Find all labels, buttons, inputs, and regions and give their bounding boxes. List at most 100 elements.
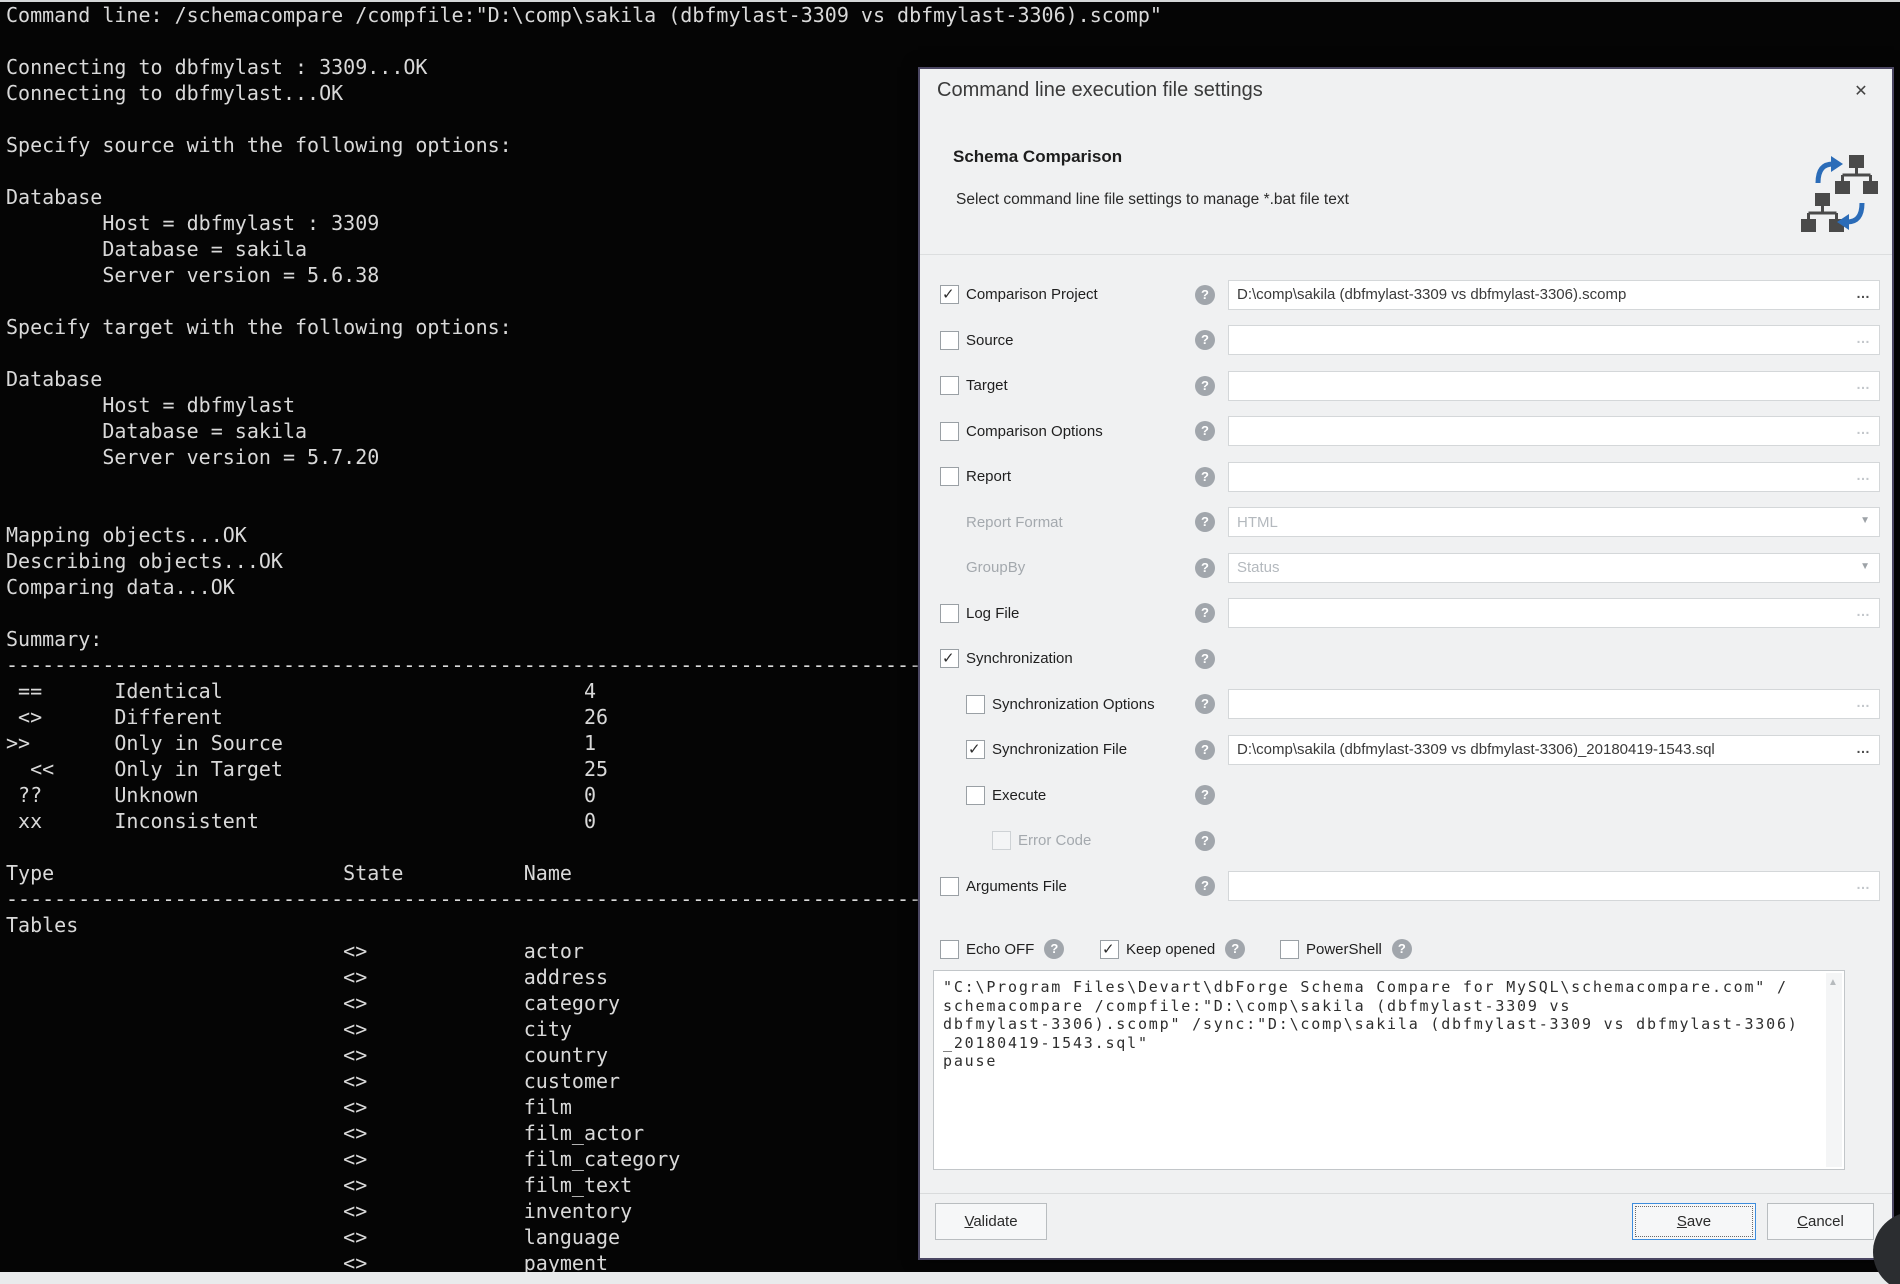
field-synchronization-options[interactable]: … [1228, 689, 1880, 719]
field-source[interactable]: … [1228, 325, 1880, 355]
close-icon[interactable]: ✕ [1848, 79, 1874, 105]
checkbox-synchronization-file[interactable] [966, 740, 985, 759]
field-comparison-options[interactable]: … [1228, 416, 1880, 446]
save-button[interactable]: Save [1632, 1203, 1756, 1240]
checkbox-synchronization-options[interactable] [966, 695, 985, 714]
label-error-code: Error Code [1018, 832, 1091, 849]
field-comparison-project[interactable]: D:\comp\sakila (dbfmylast-3309 vs dbfmyl… [1228, 280, 1880, 310]
help-icon[interactable]: ? [1195, 876, 1215, 896]
help-icon[interactable]: ? [1195, 649, 1215, 669]
field-target[interactable]: … [1228, 371, 1880, 401]
keep-opened-option: Keep opened ? [1100, 933, 1245, 965]
row-target: Target? … [920, 363, 1892, 409]
footer-separator [920, 1193, 1892, 1194]
field-value: D:\comp\sakila (dbfmylast-3309 vs dbfmyl… [1237, 286, 1626, 303]
bat-file-text: "C:\Program Files\Devart\dbForge Schema … [943, 978, 1799, 1071]
help-icon[interactable]: ? [1044, 939, 1064, 959]
checkbox-report[interactable] [940, 467, 959, 486]
help-icon[interactable]: ? [1195, 694, 1215, 714]
header-separator [920, 254, 1892, 255]
browse-button[interactable]: … [1856, 330, 1871, 346]
help-icon[interactable]: ? [1195, 376, 1215, 396]
help-icon[interactable]: ? [1392, 939, 1412, 959]
checkbox-source[interactable] [940, 331, 959, 350]
validate-button[interactable]: Validate [935, 1203, 1047, 1240]
row-synchronization: Synchronization? [920, 636, 1892, 682]
browse-button[interactable]: … [1856, 285, 1871, 301]
cancel-button[interactable]: Cancel [1767, 1203, 1874, 1240]
label-arguments-file: Arguments File [966, 878, 1067, 895]
settings-rows: Comparison Project?D:\comp\sakila (dbfmy… [920, 272, 1892, 909]
bat-file-text-box[interactable]: "C:\Program Files\Devart\dbForge Schema … [933, 970, 1845, 1170]
help-icon[interactable]: ? [1195, 740, 1215, 760]
label-report: Report [966, 468, 1011, 485]
label-synchronization: Synchronization [966, 650, 1073, 667]
keep-opened-label: Keep opened [1126, 941, 1215, 958]
field-synchronization-file[interactable]: D:\comp\sakila (dbfmylast-3309 vs dbfmyl… [1228, 735, 1880, 765]
checkbox-arguments-file[interactable] [940, 877, 959, 896]
help-icon[interactable]: ? [1195, 512, 1215, 532]
chevron-down-icon: ▼ [1860, 515, 1870, 526]
checkbox-comparison-options[interactable] [940, 422, 959, 441]
schema-compare-icon [1800, 153, 1882, 233]
powershell-label: PowerShell [1306, 941, 1382, 958]
checkbox-keep-opened[interactable] [1100, 940, 1119, 959]
row-comparison-options: Comparison Options? … [920, 409, 1892, 455]
screen: Command line: /schemacompare /compfile:"… [0, 0, 1900, 1284]
field-value: Status [1237, 559, 1280, 576]
field-value: D:\comp\sakila (dbfmylast-3309 vs dbfmyl… [1237, 741, 1715, 758]
row-log-file: Log File?… [920, 591, 1892, 637]
checkbox-target[interactable] [940, 376, 959, 395]
field-report[interactable]: … [1228, 462, 1880, 492]
browse-button[interactable]: … [1856, 467, 1871, 483]
checkbox-comparison-project[interactable] [940, 285, 959, 304]
echo-off-label: Echo OFF [966, 941, 1034, 958]
field-log-file[interactable]: … [1228, 598, 1880, 628]
label-groupby: GroupBy [966, 559, 1025, 576]
window-top-edge [0, 0, 1900, 2]
dialog-subtitle: Select command line file settings to man… [956, 191, 1349, 209]
help-icon[interactable]: ? [1195, 785, 1215, 805]
label-target: Target [966, 377, 1008, 394]
help-icon[interactable]: ? [1195, 603, 1215, 623]
checkbox-log-file[interactable] [940, 604, 959, 623]
schema-comparison-heading: Schema Comparison [953, 147, 1122, 167]
row-groupby: GroupBy?Status▼ [920, 545, 1892, 591]
checkbox-powershell[interactable] [1280, 940, 1299, 959]
scroll-up-icon[interactable]: ▲ [1828, 977, 1838, 988]
label-synchronization-file: Synchronization File [992, 741, 1127, 758]
scrollbar[interactable]: ▲ [1826, 973, 1842, 1167]
checkbox-synchronization[interactable] [940, 649, 959, 668]
help-icon[interactable]: ? [1225, 939, 1245, 959]
help-icon[interactable]: ? [1195, 831, 1215, 851]
help-icon[interactable]: ? [1195, 558, 1215, 578]
browse-button[interactable]: … [1856, 740, 1871, 756]
label-synchronization-options: Synchronization Options [992, 696, 1155, 713]
command-line-settings-dialog: Command line execution file settings ✕ S… [918, 67, 1894, 1260]
browse-button[interactable]: … [1856, 603, 1871, 619]
row-source: Source? … [920, 318, 1892, 364]
help-icon[interactable]: ? [1195, 330, 1215, 350]
browse-button[interactable]: … [1856, 376, 1871, 392]
row-report-format: Report Format?HTML▼ [920, 500, 1892, 546]
bat-options-row: Echo OFF ? Keep opened ? PowerShell ? [920, 933, 1892, 965]
checkbox-execute[interactable] [966, 786, 985, 805]
browse-button[interactable]: … [1856, 876, 1871, 892]
checkbox-error-code [992, 831, 1011, 850]
browse-button[interactable]: … [1856, 421, 1871, 437]
help-icon[interactable]: ? [1195, 467, 1215, 487]
label-comparison-options: Comparison Options [966, 423, 1103, 440]
help-icon[interactable]: ? [1195, 285, 1215, 305]
row-error-code: Error Code? [920, 818, 1892, 864]
row-execute: Execute? [920, 773, 1892, 819]
label-execute: Execute [992, 787, 1046, 804]
taskbar-edge [0, 1272, 1900, 1284]
field-arguments-file[interactable]: … [1228, 871, 1880, 901]
browse-button[interactable]: … [1856, 694, 1871, 710]
row-comparison-project: Comparison Project?D:\comp\sakila (dbfmy… [920, 272, 1892, 318]
label-report-format: Report Format [966, 514, 1063, 531]
row-synchronization-options: Synchronization Options? … [920, 682, 1892, 728]
label-source: Source [966, 332, 1014, 349]
help-icon[interactable]: ? [1195, 421, 1215, 441]
checkbox-echo-off[interactable] [940, 940, 959, 959]
